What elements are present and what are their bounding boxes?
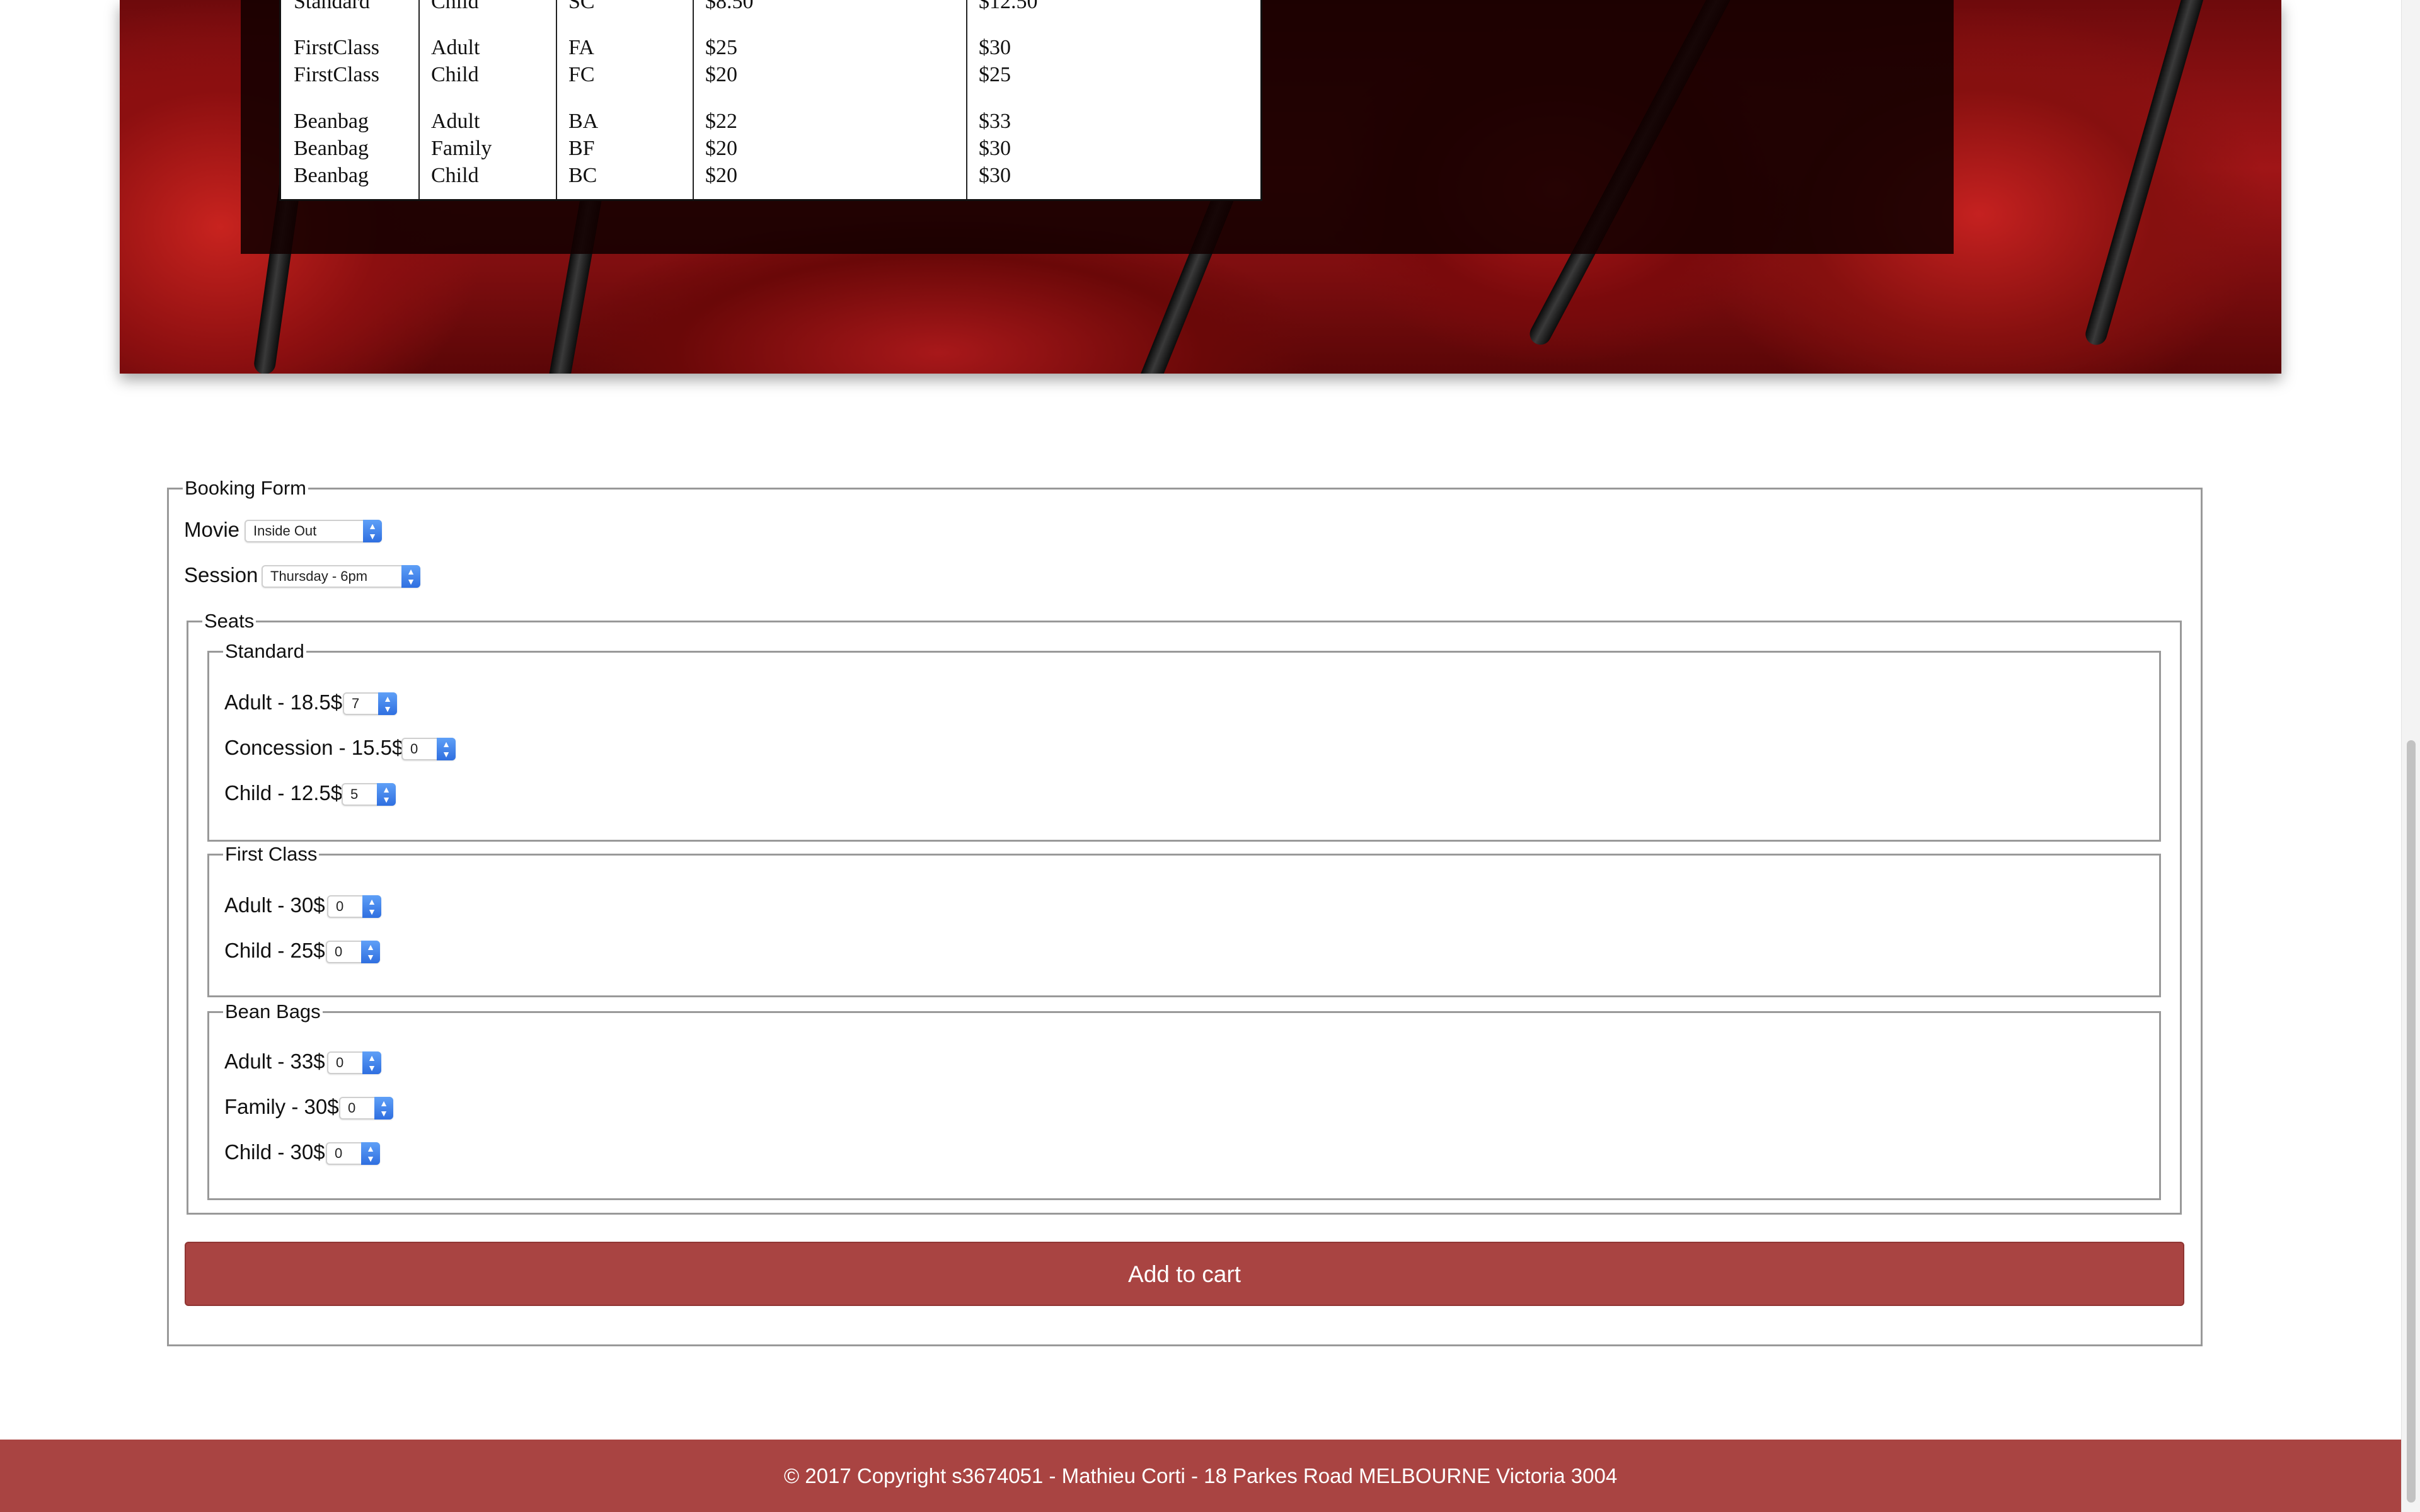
standard-concession-label: Concession - 15.5$	[224, 736, 404, 759]
table-cell: $20	[705, 164, 737, 187]
table-cell: $30	[979, 36, 1011, 59]
chevron-up-down-icon: ▲ ▼	[362, 895, 381, 918]
bean-bags-adult-value: 0	[336, 1055, 344, 1070]
scrollbar-thumb[interactable]	[2407, 740, 2416, 1503]
bean-bags-legend: Bean Bags	[225, 1000, 321, 1022]
bean-bags-adult-label: Adult - 33$	[224, 1050, 325, 1073]
table-cell: Child	[431, 63, 479, 86]
standard-child-select[interactable]: 5 ▲ ▼	[342, 783, 396, 806]
table-cell: $22	[705, 110, 737, 133]
first-class-adult-label: Adult - 30$	[224, 893, 325, 917]
table-cell: Beanbag	[294, 110, 369, 133]
first-class-child-label: Child - 25$	[224, 939, 325, 962]
chevron-up-down-icon: ▲ ▼	[363, 520, 382, 542]
bean-bags-child-label: Child - 30$	[224, 1140, 325, 1164]
table-cell: Child	[431, 164, 479, 187]
bean-bags-fieldset: Bean Bags	[207, 1000, 2161, 1200]
footer: © 2017 Copyright s3674051 - Mathieu Cort…	[0, 1440, 2401, 1512]
first-class-adult-select[interactable]: 0 ▲ ▼	[327, 895, 381, 918]
table-cell: $12.50	[979, 0, 1038, 13]
standard-child-value: 5	[350, 786, 359, 802]
table-cell: Child	[431, 0, 479, 13]
chevron-up-down-icon: ▲ ▼	[401, 565, 420, 588]
first-class-child-value: 0	[335, 944, 343, 959]
table-cell: Standard	[294, 0, 370, 13]
table-cell: BC	[568, 164, 597, 187]
table-cell: FirstClass	[294, 36, 380, 59]
standard-concession-value: 0	[410, 741, 418, 757]
chevron-up-down-icon: ▲ ▼	[377, 783, 396, 806]
chevron-up-down-icon: ▲ ▼	[374, 1097, 393, 1120]
price-overlay: Standard Child SC $8.50 $12.50 FirstClas…	[241, 0, 1954, 254]
session-label: Session	[184, 563, 258, 587]
price-table: Standard Child SC $8.50 $12.50 FirstClas…	[279, 0, 1262, 201]
booking-form-legend: Booking Form	[185, 477, 306, 499]
first-class-adult-value: 0	[336, 898, 344, 914]
bean-bags-family-label: Family - 30$	[224, 1095, 339, 1118]
first-class-fieldset: First Class	[207, 843, 2161, 997]
seat-armrest	[2083, 0, 2208, 348]
standard-child-label: Child - 12.5$	[224, 781, 343, 805]
chevron-up-down-icon: ▲ ▼	[437, 738, 456, 760]
page-scrollbar[interactable]	[2401, 0, 2420, 1512]
table-cell: BA	[568, 110, 599, 133]
bean-bags-family-select[interactable]: 0 ▲ ▼	[339, 1097, 393, 1120]
table-cell: $20	[705, 137, 737, 160]
standard-adult-label: Adult - 18.5$	[224, 690, 343, 714]
table-cell: Adult	[431, 36, 480, 59]
chevron-up-down-icon: ▲ ▼	[361, 941, 380, 963]
table-cell: Family	[431, 137, 492, 160]
bean-bags-family-value: 0	[348, 1100, 356, 1116]
table-cell: $8.50	[705, 0, 754, 13]
standard-legend: Standard	[225, 640, 304, 662]
movie-select[interactable]: Inside Out ▲ ▼	[245, 520, 382, 542]
standard-fieldset: Standard	[207, 640, 2161, 842]
bean-bags-child-select[interactable]: 0 ▲ ▼	[326, 1142, 380, 1165]
footer-copyright: © 2017 Copyright s3674051 - Mathieu Cort…	[783, 1464, 1618, 1487]
standard-adult-value: 7	[352, 696, 360, 711]
bean-bags-adult-select[interactable]: 0 ▲ ▼	[327, 1051, 381, 1074]
chevron-up-down-icon: ▲ ▼	[361, 1142, 380, 1165]
session-select-value: Thursday - 6pm	[270, 568, 368, 584]
first-class-child-select[interactable]: 0 ▲ ▼	[326, 941, 380, 963]
table-cell: BF	[568, 137, 595, 160]
table-cell: FirstClass	[294, 63, 380, 86]
add-to-cart-button[interactable]: Add to cart	[185, 1242, 2184, 1306]
table-cell: Beanbag	[294, 164, 369, 187]
table-cell: Adult	[431, 110, 480, 133]
table-cell: $20	[705, 63, 737, 86]
table-cell: FC	[568, 63, 595, 86]
table-cell: SC	[568, 0, 595, 13]
chevron-up-down-icon: ▲ ▼	[378, 692, 397, 715]
table-cell: FA	[568, 36, 594, 59]
table-cell: $25	[705, 36, 737, 59]
session-select[interactable]: Thursday - 6pm ▲ ▼	[262, 565, 420, 588]
movie-select-value: Inside Out	[253, 523, 317, 539]
standard-concession-select[interactable]: 0 ▲ ▼	[401, 738, 456, 760]
table-cell: $25	[979, 63, 1011, 86]
table-cell: $30	[979, 137, 1011, 160]
table-cell: $33	[979, 110, 1011, 133]
table-cell: Beanbag	[294, 137, 369, 160]
movie-label: Movie	[184, 518, 240, 541]
standard-adult-select[interactable]: 7 ▲ ▼	[343, 692, 397, 715]
hero-banner: Standard Child SC $8.50 $12.50 FirstClas…	[120, 0, 2281, 374]
first-class-legend: First Class	[225, 843, 318, 865]
seats-legend: Seats	[204, 610, 255, 632]
chevron-up-down-icon: ▲ ▼	[362, 1051, 381, 1074]
table-cell: $30	[979, 164, 1011, 187]
bean-bags-child-value: 0	[335, 1145, 343, 1161]
